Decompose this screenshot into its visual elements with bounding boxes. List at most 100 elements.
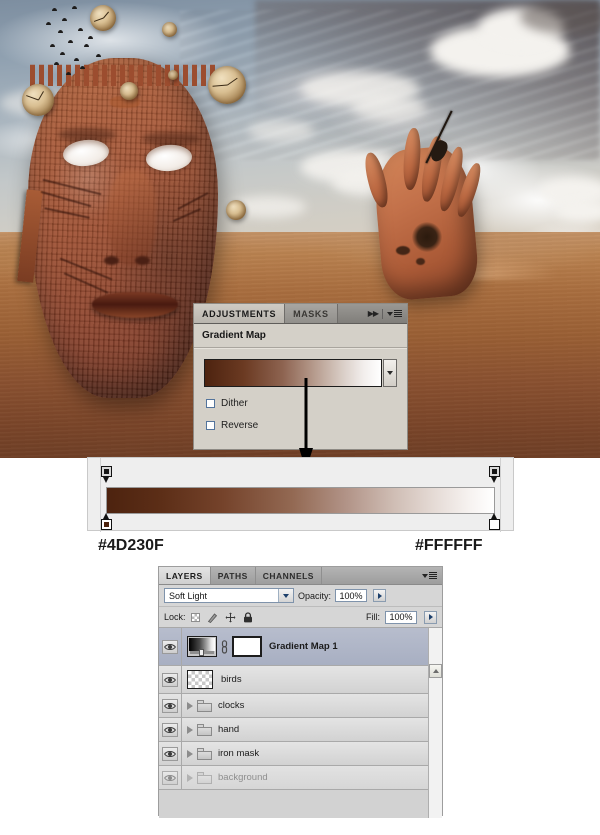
opacity-input[interactable]: 100% — [335, 589, 368, 602]
gradient-preview-swatch[interactable] — [204, 359, 382, 387]
expand-group-triangle-icon[interactable] — [187, 773, 193, 782]
transparency-lock-icon[interactable] — [190, 612, 200, 622]
move-lock-icon[interactable] — [225, 612, 236, 623]
floating-clock — [168, 70, 178, 80]
opacity-stop-right[interactable] — [489, 466, 500, 483]
blend-mode-select[interactable]: Soft Light — [164, 588, 294, 603]
bird — [72, 6, 77, 9]
tab-adjustments[interactable]: ADJUSTMENTS — [194, 304, 285, 323]
nostril — [104, 256, 119, 265]
fast-forward-icon[interactable]: ▶▶ — [368, 309, 379, 318]
reverse-checkbox[interactable] — [206, 421, 215, 430]
blend-mode-value: Soft Light — [169, 590, 208, 601]
hex-label-right: #FFFFFF — [415, 537, 483, 554]
eye-icon[interactable] — [162, 770, 178, 785]
panel-menu-icon[interactable] — [422, 567, 442, 584]
layer-visibility-toggle[interactable] — [159, 666, 182, 693]
hex-label-left: #4D230F — [98, 537, 164, 554]
bird — [52, 8, 57, 11]
bird — [96, 54, 101, 57]
bird — [58, 30, 63, 33]
bird — [78, 28, 83, 31]
mask-mouth — [92, 292, 178, 318]
floating-clock — [90, 5, 116, 31]
adjustment-title: Gradient Map — [202, 330, 266, 341]
opacity-stepper-icon[interactable] — [373, 589, 387, 602]
lock-all-icon[interactable] — [243, 611, 253, 623]
tab-paths[interactable]: PATHS — [211, 567, 256, 584]
layer-visibility-toggle[interactable] — [159, 628, 182, 665]
gradient-editor — [87, 457, 514, 532]
lock-icon-group — [190, 611, 253, 623]
layer-name: background — [218, 772, 268, 783]
chevron-down-icon[interactable] — [278, 589, 293, 602]
expand-group-triangle-icon[interactable] — [187, 701, 193, 710]
layers-scrollbar[interactable] — [428, 628, 442, 818]
bird — [54, 62, 59, 65]
dither-checkbox[interactable] — [206, 399, 215, 408]
eye-icon[interactable] — [162, 672, 178, 687]
palm-marking — [412, 222, 442, 252]
layer-visibility-toggle[interactable] — [159, 742, 182, 765]
gradient-bar[interactable] — [106, 487, 495, 514]
table-row[interactable]: Gradient Map 1 — [159, 628, 442, 666]
dither-label: Dither — [221, 398, 248, 409]
tab-bar-filler — [321, 567, 422, 584]
floating-clock — [208, 66, 246, 104]
lock-fill-row: Lock: Fill: 100% — [159, 607, 442, 628]
table-row[interactable]: background — [159, 766, 442, 790]
expand-group-triangle-icon[interactable] — [187, 725, 193, 734]
table-row[interactable]: iron mask — [159, 742, 442, 766]
adjustments-tab-bar: ADJUSTMENTS MASKS ▶▶ — [194, 304, 407, 324]
color-stop-right[interactable] — [489, 513, 500, 530]
gradient-map-thumbnail[interactable] — [187, 636, 217, 657]
floating-clock — [226, 200, 246, 220]
layer-name: birds — [221, 674, 242, 685]
fill-stepper-icon[interactable] — [424, 610, 437, 624]
eye-icon[interactable] — [162, 722, 178, 737]
bird — [62, 18, 67, 21]
table-row[interactable]: clocks — [159, 694, 442, 718]
tab-layers[interactable]: LAYERS — [159, 567, 211, 584]
fill-label: Fill: — [366, 612, 380, 622]
scroll-up-button[interactable] — [429, 664, 442, 678]
chevron-down-icon[interactable] — [383, 359, 397, 387]
bird — [88, 36, 93, 39]
eye-icon[interactable] — [162, 746, 178, 761]
brush-lock-icon[interactable] — [207, 612, 218, 623]
eye-icon[interactable] — [162, 639, 178, 654]
layers-tab-bar: LAYERS PATHS CHANNELS — [159, 567, 442, 585]
opacity-stop-left[interactable] — [101, 466, 112, 483]
cloud — [352, 96, 426, 120]
folder-icon — [197, 771, 212, 784]
link-icon[interactable] — [220, 639, 229, 654]
table-row[interactable]: hand — [159, 718, 442, 742]
tab-bar-filler — [338, 304, 368, 323]
tab-masks[interactable]: MASKS — [284, 304, 338, 323]
folder-icon — [197, 723, 212, 736]
table-row[interactable]: birds — [159, 666, 442, 694]
panel-menu-icon[interactable] — [387, 310, 402, 317]
bird — [84, 44, 89, 47]
layer-name: clocks — [218, 700, 245, 711]
bird — [80, 66, 85, 69]
bird — [50, 44, 55, 47]
mask-nose — [108, 170, 156, 266]
layer-visibility-toggle[interactable] — [159, 766, 182, 789]
opacity-label: Opacity: — [298, 590, 332, 601]
color-stop-left[interactable] — [101, 513, 112, 530]
tab-channels[interactable]: CHANNELS — [256, 567, 322, 584]
layer-mask-thumbnail[interactable] — [232, 636, 262, 657]
bird — [74, 58, 79, 61]
panel-tools: ▶▶ — [368, 304, 407, 323]
expand-group-triangle-icon[interactable] — [187, 749, 193, 758]
blend-opacity-row: Soft Light Opacity: 100% — [159, 585, 442, 607]
bird — [68, 40, 73, 43]
fill-input[interactable]: 100% — [385, 610, 417, 624]
layer-visibility-toggle[interactable] — [159, 718, 182, 741]
floating-clock — [120, 82, 138, 100]
layer-thumbnail[interactable] — [187, 670, 213, 689]
layer-visibility-toggle[interactable] — [159, 694, 182, 717]
face-broken-edge — [30, 50, 216, 86]
eye-icon[interactable] — [162, 698, 178, 713]
